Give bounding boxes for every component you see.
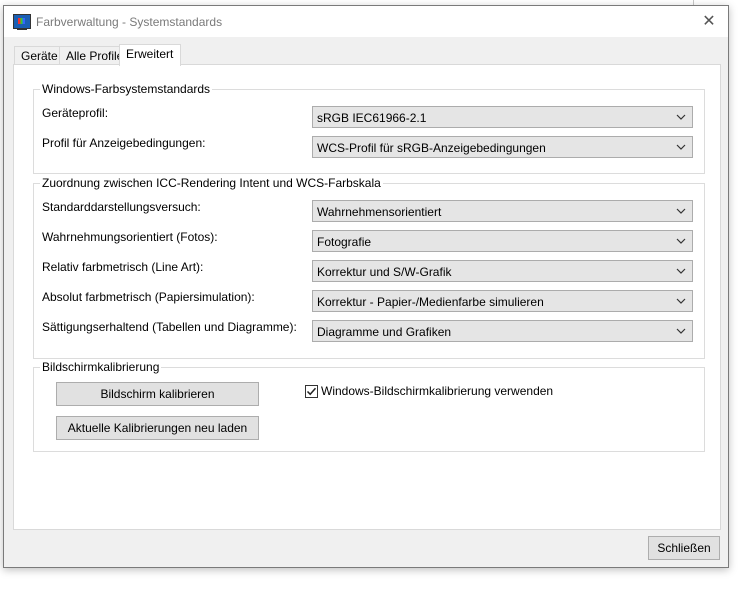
monitor-color-icon (13, 14, 31, 29)
combo-value: Korrektur - Papier-/Medienfarbe simulier… (317, 295, 544, 309)
combo-saettigungserhaltend[interactable]: Diagramme und Grafiken (312, 320, 693, 342)
tab-label: Erweitert (126, 47, 174, 61)
tab-erweitert[interactable]: Erweitert (119, 44, 181, 66)
group-title: Bildschirmkalibrierung (40, 360, 162, 374)
combo-geraeteprofil[interactable]: sRGB IEC61966-2.1 (312, 106, 693, 128)
calibrate-display-button[interactable]: Bildschirm kalibrieren (56, 382, 259, 406)
close-button[interactable]: Schließen (648, 536, 720, 560)
group-bildschirmkalibrierung: Bildschirmkalibrierung Bildschirm kalibr… (33, 360, 705, 452)
tab-geraete[interactable]: Geräte (14, 46, 60, 65)
label-relativ-farbmetrisch: Relativ farbmetrisch (Line Art): (42, 260, 204, 274)
combo-value: Korrektur und S/W-Grafik (317, 265, 452, 279)
group-title: Zuordnung zwischen ICC-Rendering Intent … (40, 176, 383, 190)
chevron-down-icon (676, 114, 686, 120)
dialog-window: Farbverwaltung - Systemstandards ✕ Gerät… (3, 5, 729, 568)
close-icon[interactable]: ✕ (694, 10, 724, 34)
chevron-down-icon (676, 144, 686, 150)
label-standarddarstellung: Standarddarstellungsversuch: (42, 200, 201, 214)
label-geraeteprofil: Geräteprofil: (42, 106, 109, 120)
combo-anzeigebedingungen[interactable]: WCS-Profil für sRGB-Anzeigebedingungen (312, 136, 693, 158)
combo-wahrnehmungsorientiert[interactable]: Fotografie (312, 230, 693, 252)
title-bar[interactable]: Farbverwaltung - Systemstandards ✕ (4, 6, 728, 37)
group-windows-defaults: Windows-Farbsystemstandards Geräteprofil… (33, 82, 705, 174)
use-windows-calibration-checkbox[interactable] (305, 385, 318, 398)
chevron-down-icon (676, 298, 686, 304)
chevron-down-icon (676, 268, 686, 274)
monitor-stand-icon (17, 28, 27, 30)
combo-value: Wahrnehmensorientiert (317, 205, 442, 219)
combo-value: WCS-Profil für sRGB-Anzeigebedingungen (317, 141, 546, 155)
chevron-down-icon (676, 238, 686, 244)
reload-calibrations-button[interactable]: Aktuelle Kalibrierungen neu laden (56, 416, 259, 440)
group-title: Windows-Farbsystemstandards (40, 82, 213, 96)
tab-label: Geräte (21, 49, 58, 63)
combo-value: Diagramme und Grafiken (317, 325, 452, 339)
label-wahrnehmungsorientiert: Wahrnehmungsorientiert (Fotos): (42, 230, 218, 244)
tab-alle-profile[interactable]: Alle Profile (59, 46, 124, 65)
checkmark-icon (306, 387, 317, 396)
use-windows-calibration-label[interactable]: Windows-Bildschirmkalibrierung verwenden (321, 384, 553, 398)
tab-panel-erweitert: Windows-Farbsystemstandards Geräteprofil… (13, 64, 721, 530)
combo-standarddarstellung[interactable]: Wahrnehmensorientiert (312, 200, 693, 222)
label-saettigungserhaltend: Sättigungserhaltend (Tabellen und Diagra… (42, 320, 297, 334)
combo-value: sRGB IEC61966-2.1 (317, 111, 427, 125)
chevron-down-icon (676, 328, 686, 334)
label-anzeigebedingungen: Profil für Anzeigebedingungen: (42, 136, 206, 150)
window-title: Farbverwaltung - Systemstandards (36, 15, 223, 29)
group-icc-wcs-mapping: Zuordnung zwischen ICC-Rendering Intent … (33, 176, 705, 359)
chevron-down-icon (676, 208, 686, 214)
combo-value: Fotografie (317, 235, 372, 249)
tab-label: Alle Profile (66, 49, 124, 63)
combo-relativ-farbmetrisch[interactable]: Korrektur und S/W-Grafik (312, 260, 693, 282)
combo-absolut-farbmetrisch[interactable]: Korrektur - Papier-/Medienfarbe simulier… (312, 290, 693, 312)
label-absolut-farbmetrisch: Absolut farbmetrisch (Papiersimulation): (42, 290, 255, 304)
